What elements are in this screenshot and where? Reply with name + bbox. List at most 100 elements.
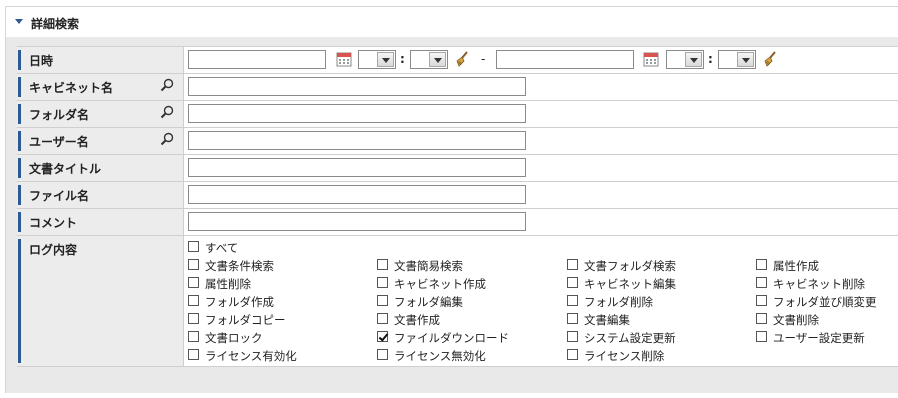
search-form: 日時 : - : キャビネット名 フォルダ名 ユーザー名 文書タイトル ファイル… xyxy=(17,46,898,367)
log-options-cell: すべて 文書条件検索 文書簡易検索 文書フォルダ検索 属性作成 属性削除 キャビネット作成… xyxy=(185,236,898,366)
label-accent-bar xyxy=(18,104,21,124)
checkbox[interactable] xyxy=(188,277,199,288)
minute-to-select[interactable] xyxy=(718,50,756,69)
log-label: ログ内容 xyxy=(29,243,78,257)
broom-icon[interactable] xyxy=(453,50,471,68)
search-icon[interactable] xyxy=(160,105,174,119)
checkbox[interactable] xyxy=(756,331,767,342)
row-comment: コメント xyxy=(17,208,898,235)
time-separator: : xyxy=(708,52,713,66)
checkbox[interactable] xyxy=(377,313,388,324)
label-accent-bar xyxy=(18,212,21,232)
row-file-name: ファイル名 xyxy=(17,181,898,208)
row-header: ユーザー名 xyxy=(17,128,184,154)
label-accent-bar xyxy=(18,131,21,151)
user-label: ユーザー名 xyxy=(29,135,89,149)
checkbox-label: 属性作成 xyxy=(773,259,819,273)
checkbox[interactable] xyxy=(188,295,199,306)
label-accent-bar xyxy=(18,50,21,70)
row-folder: フォルダ名 xyxy=(17,100,898,127)
row-header: ログ内容 xyxy=(17,236,184,366)
panel-title: 詳細検索 xyxy=(31,17,80,31)
label-accent-bar xyxy=(18,239,21,363)
checkbox-label: ライセンス無効化 xyxy=(394,349,486,363)
checkbox-label: 文書フォルダ検索 xyxy=(584,259,676,273)
broom-icon[interactable] xyxy=(761,50,779,68)
time-separator: : xyxy=(400,52,405,66)
chevron-down-icon xyxy=(377,52,394,67)
checkbox[interactable] xyxy=(188,259,199,270)
file-name-input[interactable] xyxy=(188,185,526,204)
chevron-down-icon xyxy=(429,52,446,67)
cabinet-input[interactable] xyxy=(188,77,526,96)
checkbox[interactable] xyxy=(377,259,388,270)
checkbox[interactable] xyxy=(756,313,767,324)
checkbox-label: フォルダ編集 xyxy=(394,295,463,309)
checkbox[interactable] xyxy=(188,331,199,342)
checkbox[interactable] xyxy=(567,313,578,324)
checkbox[interactable] xyxy=(377,331,388,342)
checkbox[interactable] xyxy=(377,349,388,360)
user-input[interactable] xyxy=(188,131,526,150)
checkbox-label: キャビネット作成 xyxy=(394,277,486,291)
checkbox[interactable] xyxy=(756,295,767,306)
label-accent-bar xyxy=(18,77,21,97)
row-datetime: 日時 : - : xyxy=(17,46,898,73)
checkbox[interactable] xyxy=(377,295,388,306)
comment-input[interactable] xyxy=(188,212,526,231)
row-header: コメント xyxy=(17,209,184,235)
calendar-icon[interactable] xyxy=(643,51,659,67)
date-to-input[interactable] xyxy=(496,50,634,69)
checkbox-label: 属性削除 xyxy=(205,277,251,291)
chevron-down-icon xyxy=(685,52,702,67)
checkbox-label: 文書ロック xyxy=(205,331,263,345)
checkbox[interactable] xyxy=(567,349,578,360)
checkbox-label: 文書作成 xyxy=(394,313,440,327)
calendar-icon[interactable] xyxy=(336,51,352,67)
row-cabinet: キャビネット名 xyxy=(17,73,898,100)
checkbox-label: フォルダ削除 xyxy=(584,295,653,309)
checkbox-label: キャビネット削除 xyxy=(773,277,865,291)
checkbox-label: ライセンス有効化 xyxy=(205,349,297,363)
cabinet-label: キャビネット名 xyxy=(29,81,114,95)
checkbox[interactable] xyxy=(188,313,199,324)
comment-label: コメント xyxy=(29,216,78,230)
folder-label: フォルダ名 xyxy=(29,108,90,122)
checkbox-label: システム設定更新 xyxy=(584,331,676,345)
minute-from-select[interactable] xyxy=(410,50,448,69)
checkbox[interactable] xyxy=(756,277,767,288)
checkbox[interactable] xyxy=(567,259,578,270)
chevron-down-icon xyxy=(737,52,754,67)
row-header: 文書タイトル xyxy=(17,155,184,181)
checkbox[interactable] xyxy=(567,295,578,306)
search-panel-header[interactable]: 詳細検索 xyxy=(5,6,898,37)
search-icon[interactable] xyxy=(160,132,174,146)
checkbox[interactable] xyxy=(567,331,578,342)
search-icon[interactable] xyxy=(160,78,174,92)
checkbox-label: ライセンス削除 xyxy=(584,349,665,363)
checkbox[interactable] xyxy=(188,241,199,252)
label-accent-bar xyxy=(18,158,21,178)
checkbox[interactable] xyxy=(377,277,388,288)
checkbox-label: 文書条件検索 xyxy=(205,259,274,273)
checkbox-label: ユーザー設定更新 xyxy=(773,331,865,345)
checkbox[interactable] xyxy=(567,277,578,288)
date-from-input[interactable] xyxy=(188,50,326,69)
checkbox[interactable] xyxy=(188,349,199,360)
cabinet-cell xyxy=(185,74,898,100)
collapse-triangle-icon[interactable] xyxy=(15,19,23,24)
datetime-cell: : - : xyxy=(185,47,898,73)
doc-title-label: 文書タイトル xyxy=(29,162,102,176)
checkbox[interactable] xyxy=(756,259,767,270)
hour-from-select[interactable] xyxy=(358,50,396,69)
row-log: ログ内容 すべて 文書条件検索 文書簡易検索 文書フォルダ検索 属性作成 属性削除 キャビ… xyxy=(17,235,898,367)
row-header: フォルダ名 xyxy=(17,101,184,127)
row-user: ユーザー名 xyxy=(17,127,898,154)
row-header: 日時 xyxy=(17,47,184,73)
hour-to-select[interactable] xyxy=(666,50,704,69)
checkbox-label: 文書編集 xyxy=(584,313,630,327)
checkbox-label: 文書簡易検索 xyxy=(394,259,463,273)
checkbox-label: キャビネット編集 xyxy=(584,277,676,291)
doc-title-input[interactable] xyxy=(188,158,526,177)
folder-input[interactable] xyxy=(188,104,526,123)
